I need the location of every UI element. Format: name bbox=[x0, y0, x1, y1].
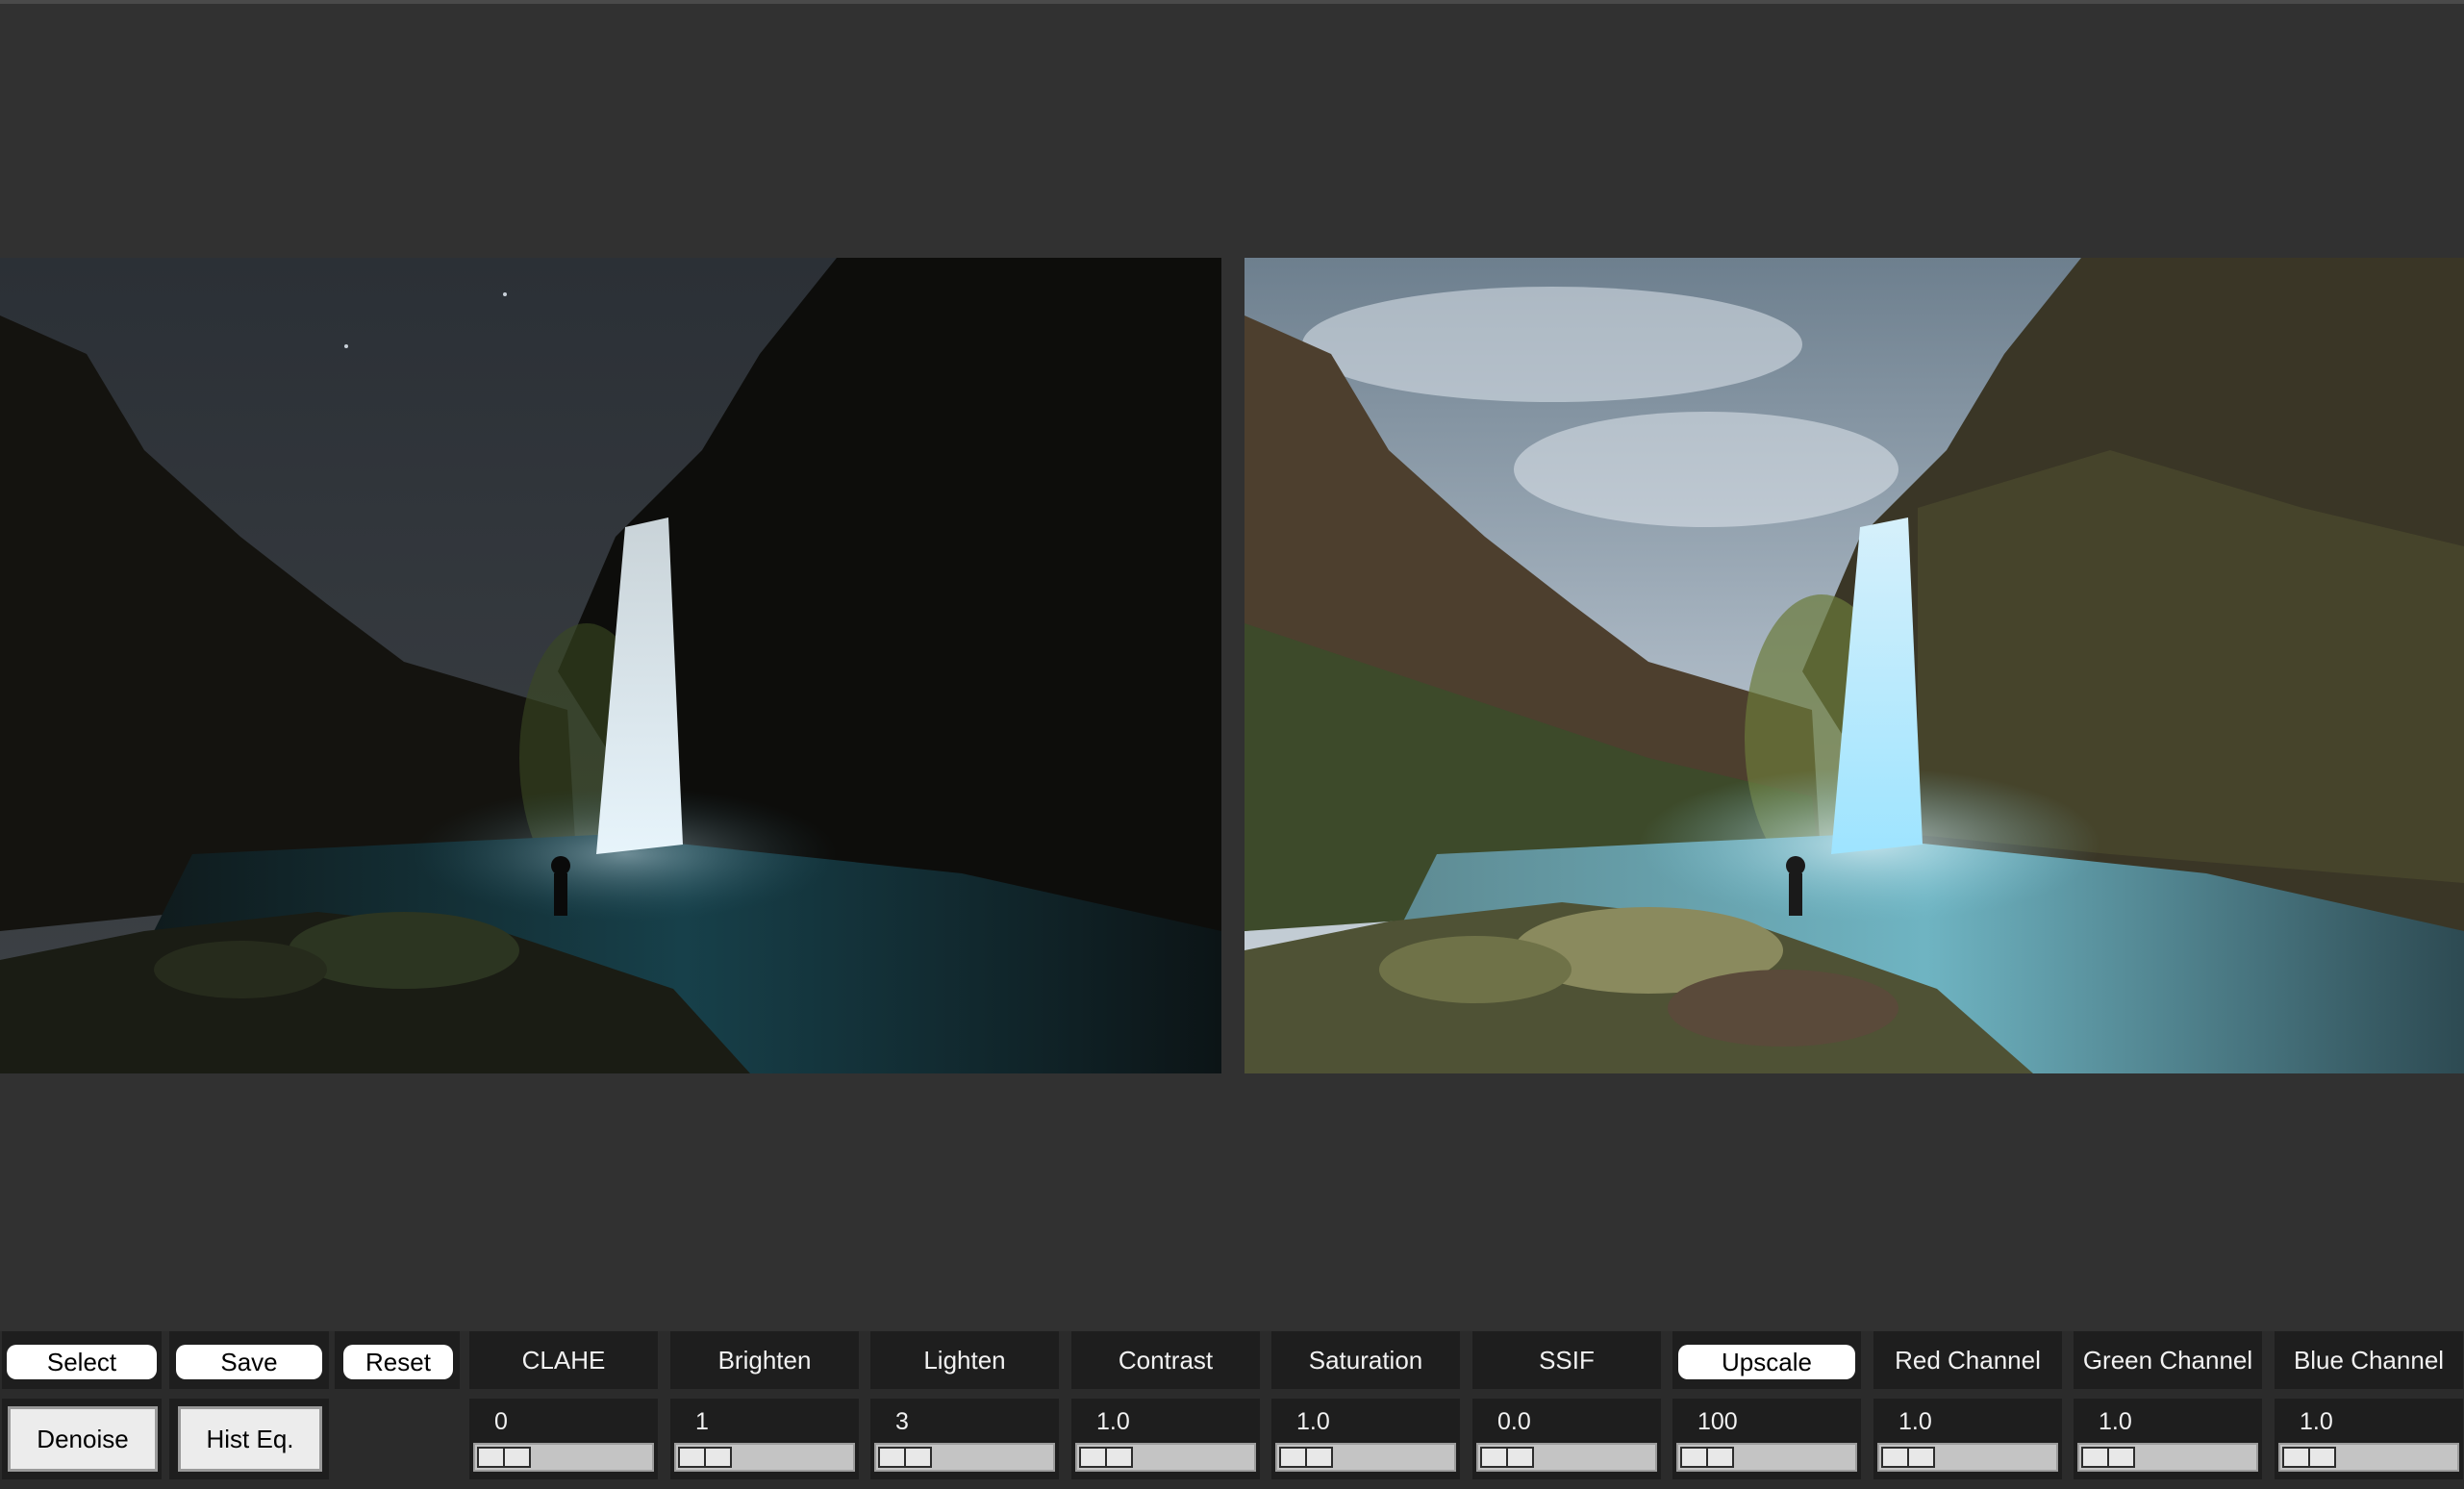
param-control-clahe: 0 bbox=[469, 1399, 658, 1479]
param-control-contrast: 1.0 bbox=[1071, 1399, 1260, 1479]
param-value[interactable]: 1.0 bbox=[1898, 1408, 1932, 1436]
upscale-button[interactable]: Upscale bbox=[1678, 1345, 1855, 1379]
slider-thumb[interactable] bbox=[1279, 1447, 1333, 1468]
param-header-brighten: Brighten bbox=[670, 1331, 859, 1389]
param-header-clahe: CLAHE bbox=[469, 1331, 658, 1389]
param-header-ssif: SSIF bbox=[1472, 1331, 1661, 1389]
param-header-upscale: Upscale bbox=[1672, 1331, 1861, 1389]
param-control-blue-channel: 1.0 bbox=[2275, 1399, 2463, 1479]
param-header-saturation: Saturation bbox=[1271, 1331, 1460, 1389]
toolbar: Select Save Reset Denoise Hist Eq. CLAHE… bbox=[0, 1331, 2464, 1489]
hist-eq-cell: Hist Eq. bbox=[169, 1399, 329, 1479]
slider-thumb[interactable] bbox=[878, 1447, 932, 1468]
select-cell: Select bbox=[2, 1331, 162, 1389]
slider-thumb[interactable] bbox=[1881, 1447, 1935, 1468]
param-value[interactable]: 1.0 bbox=[2300, 1408, 2333, 1436]
param-control-lighten: 3 bbox=[870, 1399, 1059, 1479]
param-value[interactable]: 1.0 bbox=[1096, 1408, 1130, 1436]
original-image bbox=[0, 258, 1221, 1073]
param-control-ssif: 0.0 bbox=[1472, 1399, 1661, 1479]
param-value[interactable]: 0.0 bbox=[1497, 1408, 1531, 1436]
image-editor-window: Select Save Reset Denoise Hist Eq. CLAHE… bbox=[0, 0, 2464, 1489]
param-slider[interactable] bbox=[1275, 1443, 1456, 1472]
param-label: Saturation bbox=[1308, 1345, 1423, 1375]
reset-button[interactable]: Reset bbox=[343, 1345, 453, 1379]
processed-image bbox=[1245, 258, 2464, 1073]
slider-thumb[interactable] bbox=[1079, 1447, 1133, 1468]
param-label: Green Channel bbox=[2082, 1345, 2253, 1375]
param-slider[interactable] bbox=[473, 1443, 654, 1472]
param-control-red-channel: 1.0 bbox=[1873, 1399, 2062, 1479]
slider-thumb[interactable] bbox=[1480, 1447, 1534, 1468]
param-label: Red Channel bbox=[1895, 1345, 2041, 1375]
param-control-upscale: 100 bbox=[1672, 1399, 1861, 1479]
slider-thumb[interactable] bbox=[2081, 1447, 2135, 1468]
param-label: SSIF bbox=[1539, 1345, 1595, 1375]
param-value[interactable]: 0 bbox=[494, 1408, 508, 1436]
param-header-red-channel: Red Channel bbox=[1873, 1331, 2062, 1389]
param-label: Blue Channel bbox=[2293, 1345, 2445, 1375]
param-label: Lighten bbox=[923, 1345, 1006, 1375]
original-image-canvas bbox=[0, 258, 1221, 1073]
processed-image-canvas bbox=[1245, 258, 2464, 1073]
param-control-saturation: 1.0 bbox=[1271, 1399, 1460, 1479]
param-value[interactable]: 1.0 bbox=[1296, 1408, 1330, 1436]
param-header-lighten: Lighten bbox=[870, 1331, 1059, 1389]
param-value[interactable]: 1.0 bbox=[2099, 1408, 2132, 1436]
save-cell: Save bbox=[169, 1331, 329, 1389]
param-header-blue-channel: Blue Channel bbox=[2275, 1331, 2463, 1389]
param-control-brighten: 1 bbox=[670, 1399, 859, 1479]
param-header-contrast: Contrast bbox=[1071, 1331, 1260, 1389]
param-value[interactable]: 100 bbox=[1697, 1408, 1738, 1436]
param-value[interactable]: 1 bbox=[695, 1408, 709, 1436]
param-label: Brighten bbox=[717, 1345, 812, 1375]
param-header-green-channel: Green Channel bbox=[2074, 1331, 2262, 1389]
param-slider[interactable] bbox=[874, 1443, 1055, 1472]
param-slider[interactable] bbox=[1676, 1443, 1857, 1472]
param-value[interactable]: 3 bbox=[895, 1408, 909, 1436]
reset-cell: Reset bbox=[335, 1331, 460, 1389]
top-border bbox=[0, 0, 2464, 4]
slider-thumb[interactable] bbox=[1680, 1447, 1734, 1468]
param-label: Contrast bbox=[1118, 1345, 1214, 1375]
denoise-cell: Denoise bbox=[2, 1399, 162, 1479]
param-control-green-channel: 1.0 bbox=[2074, 1399, 2262, 1479]
param-slider[interactable] bbox=[2077, 1443, 2258, 1472]
param-slider[interactable] bbox=[1075, 1443, 1256, 1472]
param-slider[interactable] bbox=[1877, 1443, 2058, 1472]
hist-eq-button[interactable]: Hist Eq. bbox=[178, 1406, 322, 1472]
save-button[interactable]: Save bbox=[176, 1345, 322, 1379]
param-slider[interactable] bbox=[2278, 1443, 2459, 1472]
select-button[interactable]: Select bbox=[7, 1345, 157, 1379]
slider-thumb[interactable] bbox=[2282, 1447, 2336, 1468]
param-label: CLAHE bbox=[521, 1345, 606, 1375]
slider-thumb[interactable] bbox=[678, 1447, 732, 1468]
param-slider[interactable] bbox=[674, 1443, 855, 1472]
denoise-button[interactable]: Denoise bbox=[8, 1406, 158, 1472]
slider-thumb[interactable] bbox=[477, 1447, 531, 1468]
param-slider[interactable] bbox=[1476, 1443, 1657, 1472]
